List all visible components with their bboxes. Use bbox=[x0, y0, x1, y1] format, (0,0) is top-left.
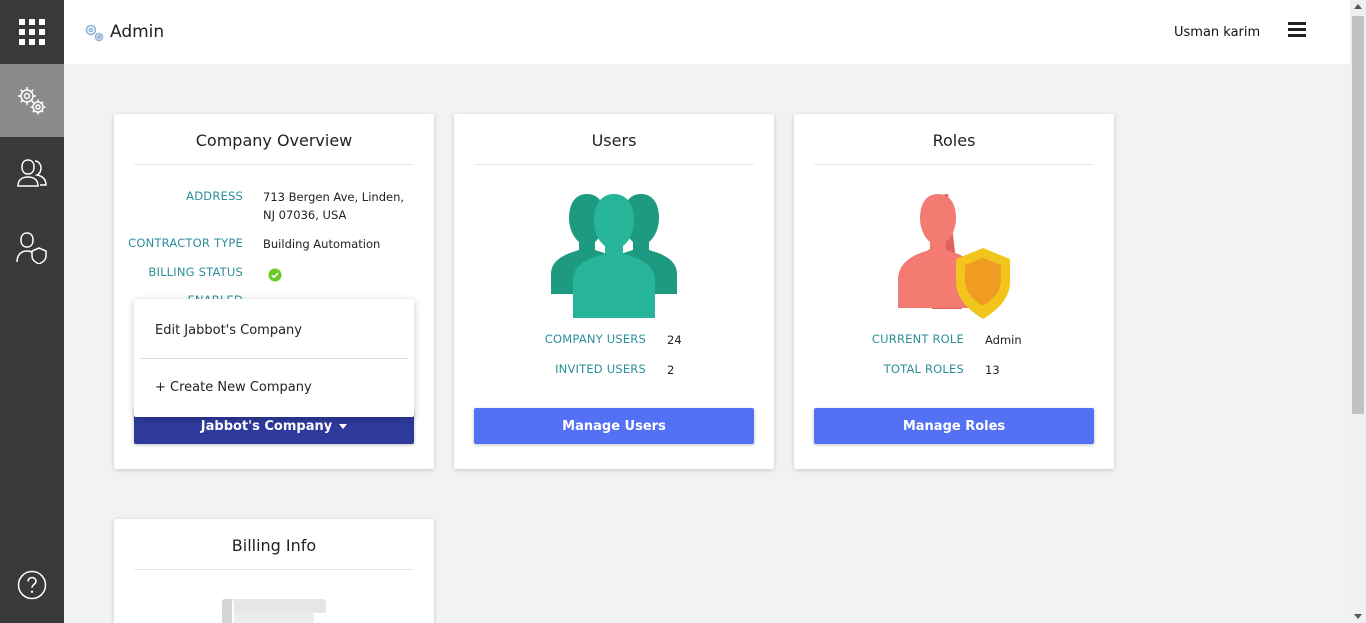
edit-company-menu-item[interactable]: Edit Jabbot's Company bbox=[134, 323, 414, 338]
page-title: Admin bbox=[110, 22, 165, 42]
address-label: ADDRESS bbox=[186, 189, 243, 203]
top-bar: Admin Usman karim bbox=[64, 0, 1350, 64]
billing-status-label: BILLING STATUS bbox=[148, 265, 243, 279]
current-role-label: CURRENT ROLE bbox=[871, 332, 964, 346]
scrollbar-thumb[interactable] bbox=[1352, 16, 1364, 414]
users-card: Users COMPANY USERS 24 INVITED USERS 2 M… bbox=[454, 114, 774, 469]
hamburger-menu-icon[interactable] bbox=[1288, 22, 1306, 38]
users-icon bbox=[17, 159, 47, 187]
vertical-scrollbar[interactable] bbox=[1350, 0, 1366, 623]
company-dropdown-menu: Edit Jabbot's Company + Create New Compa… bbox=[134, 299, 414, 417]
role-shield-icon bbox=[898, 194, 1010, 319]
total-roles-value: 13 bbox=[985, 363, 1000, 377]
check-circle-icon bbox=[268, 268, 282, 282]
users-group-icon bbox=[551, 194, 677, 318]
company-users-value: 24 bbox=[667, 333, 682, 347]
roles-title: Roles bbox=[814, 131, 1094, 165]
sidebar bbox=[0, 0, 64, 623]
sidebar-item-roles[interactable] bbox=[0, 210, 64, 284]
manage-users-button[interactable]: Manage Users bbox=[474, 408, 754, 444]
users-title: Users bbox=[474, 131, 754, 165]
invited-users-label: INVITED USERS bbox=[555, 362, 646, 376]
contractor-type-label: CONTRACTOR TYPE bbox=[128, 236, 243, 250]
user-name[interactable]: Usman karim bbox=[1174, 25, 1260, 40]
gears-icon bbox=[18, 86, 46, 114]
billing-info-title: Billing Info bbox=[134, 536, 414, 570]
billing-info-card: Billing Info bbox=[114, 519, 434, 623]
company-overview-title: Company Overview bbox=[134, 131, 414, 165]
invited-users-value: 2 bbox=[667, 363, 675, 377]
manage-roles-button[interactable]: Manage Roles bbox=[814, 408, 1094, 444]
help-icon bbox=[17, 570, 47, 600]
gears-icon bbox=[85, 24, 104, 42]
menu-divider bbox=[140, 358, 408, 359]
company-select-label: Jabbot's Company bbox=[200, 418, 333, 434]
create-company-menu-item[interactable]: + Create New Company bbox=[134, 380, 414, 395]
total-roles-label: TOTAL ROLES bbox=[883, 362, 964, 376]
contractor-type-value: Building Automation bbox=[263, 237, 381, 251]
address-line2: NJ 07036, USA bbox=[263, 208, 347, 222]
apps-grid-icon bbox=[19, 19, 45, 45]
roles-card: Roles CURRENT ROLE Admin TOTAL ROLES 13 … bbox=[794, 114, 1114, 469]
company-users-label: COMPANY USERS bbox=[544, 332, 646, 346]
sidebar-item-apps[interactable] bbox=[0, 0, 64, 64]
address-line1: 713 Bergen Ave, Linden, bbox=[263, 190, 405, 204]
sidebar-item-help[interactable] bbox=[0, 560, 64, 610]
current-role-value: Admin bbox=[985, 333, 1022, 347]
scroll-down-arrow-icon[interactable] bbox=[1354, 614, 1362, 619]
caret-down-icon bbox=[339, 423, 348, 429]
sidebar-item-users[interactable] bbox=[0, 137, 64, 207]
scroll-up-arrow-icon[interactable] bbox=[1354, 4, 1362, 9]
sidebar-item-admin[interactable] bbox=[0, 64, 64, 137]
user-shield-icon bbox=[16, 232, 47, 264]
billing-document-icon bbox=[222, 599, 326, 623]
